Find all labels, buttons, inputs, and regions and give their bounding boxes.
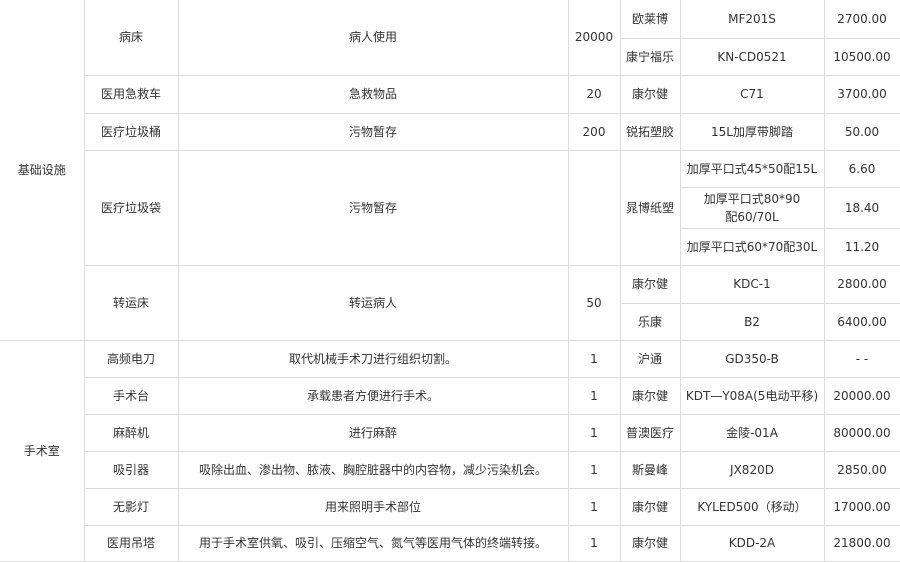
item-name-cell: 医疗垃圾桶: [83, 112, 179, 151]
table-row: 手术台 承载患者方便进行手术。 1 康尔健 KDT—Y08A(5电动平移) 20000.0…: [0, 376, 900, 415]
item-quantity-cell: 1: [567, 413, 621, 452]
table-row: 医用吊塔 用于手术室供氧、吸引、压缩空气、氮气等医用气体的终端转接。 1 康尔健 KDD…: [0, 524, 900, 562]
item-name-cell: 高频电刀: [83, 339, 179, 378]
item-usage-cell: 取代机械手术刀进行组织切割。: [177, 339, 569, 378]
model-cell: KDT—Y08A(5电动平移): [679, 376, 825, 415]
item-usage-cell: 吸除出血、渗出物、脓液、胸腔脏器中的内容物，减少污染机会。: [177, 450, 569, 489]
item-name-cell: 病床: [83, 0, 179, 76]
item-quantity-cell: 1: [567, 487, 621, 526]
item-quantity-cell: 1: [567, 524, 621, 562]
item-quantity-cell: 20: [567, 74, 621, 114]
price-cell: 2850.00: [823, 450, 900, 489]
table-row: 手术室 高频电刀 取代机械手术刀进行组织切割。 1 沪通 GD350-B - -: [0, 339, 900, 562]
item-name-cell: 吸引器: [83, 450, 179, 489]
brand-cell: 晁博纸塑: [619, 149, 681, 266]
item-usage-cell: 病人使用: [177, 0, 569, 76]
price-cell: 21800.00: [823, 524, 900, 562]
brand-cell: 康尔健: [619, 264, 681, 304]
price-cell: 10500.00: [823, 37, 900, 76]
item-quantity-cell: 1: [567, 339, 621, 378]
item-quantity-cell: 50: [567, 264, 621, 341]
price-cell: 6.60: [823, 149, 900, 188]
price-cell: 18.40: [823, 186, 900, 229]
item-quantity-cell: 200: [567, 112, 621, 151]
item-name-cell: 麻醉机: [83, 413, 179, 452]
price-cell: 2700.00: [823, 0, 900, 39]
brand-cell: 康尔健: [619, 74, 681, 114]
item-quantity-cell: [567, 149, 621, 266]
brand-cell: 欧莱博: [619, 0, 681, 39]
price-cell: 50.00: [823, 112, 900, 151]
item-quantity-cell: 20000: [567, 0, 621, 76]
table-body: 基础设施 病床 病人使用 20000 欧莱博 MF201S 2700.00 康宁福乐 KN-CD…: [0, 0, 900, 562]
brand-cell: 康尔健: [619, 524, 681, 562]
price-cell: 2800.00: [823, 264, 900, 304]
model-cell: 加厚平口式45*50配15L: [679, 149, 825, 188]
table-row: 医疗垃圾桶 污物暂存 200 锐拓塑胶 15L加厚带脚踏 50.00: [0, 112, 900, 151]
model-cell: KYLED500（移动）: [679, 487, 825, 526]
table-row: 医疗垃圾袋 污物暂存 晁博纸塑 加厚平口式45*50配15L 6.60: [0, 149, 900, 266]
item-quantity-cell: 1: [567, 376, 621, 415]
item-usage-cell: 污物暂存: [177, 149, 569, 266]
brand-cell: 斯曼峰: [619, 450, 681, 489]
brand-cell: 普澳医疗: [619, 413, 681, 452]
model-cell: KN-CD0521: [679, 37, 825, 76]
table-row: 转运床 转运病人 50 康尔健 KDC-1 2800.00: [0, 264, 900, 341]
price-cell: 3700.00: [823, 74, 900, 114]
category-cell: 手术室: [0, 339, 85, 562]
item-name-cell: 医用急救车: [83, 74, 179, 114]
item-usage-cell: 用于手术室供氧、吸引、压缩空气、氮气等医用气体的终端转接。: [177, 524, 569, 562]
price-cell: 6400.00: [823, 302, 900, 341]
price-cell: 11.20: [823, 227, 900, 266]
model-cell: 加厚平口式80*90配60/70L: [679, 186, 825, 229]
model-cell: 金陵-01A: [679, 413, 825, 452]
table-row: 麻醉机 进行麻醉 1 普澳医疗 金陵-01A 80000.00: [0, 413, 900, 452]
table-row: 基础设施 病床 病人使用 20000 欧莱博 MF201S 2700.00: [0, 0, 900, 341]
item-quantity-cell: 1: [567, 450, 621, 489]
price-cell: 20000.00: [823, 376, 900, 415]
model-cell: B2: [679, 302, 825, 341]
brand-cell: 锐拓塑胶: [619, 112, 681, 151]
equipment-table: 基础设施 病床 病人使用 20000 欧莱博 MF201S 2700.00 康宁福乐 KN-CD…: [0, 0, 900, 562]
table-row: 无影灯 用来照明手术部位 1 康尔健 KYLED500（移动） 17000.00: [0, 487, 900, 526]
model-cell: KDD-2A: [679, 524, 825, 562]
model-cell: JX820D: [679, 450, 825, 489]
item-name-cell: 转运床: [83, 264, 179, 341]
model-cell: 加厚平口式60*70配30L: [679, 227, 825, 266]
item-usage-cell: 承载患者方便进行手术。: [177, 376, 569, 415]
item-usage-cell: 转运病人: [177, 264, 569, 341]
item-usage-cell: 急救物品: [177, 74, 569, 114]
brand-cell: 沪通: [619, 339, 681, 378]
price-cell: 17000.00: [823, 487, 900, 526]
item-name-cell: 无影灯: [83, 487, 179, 526]
category-cell: 基础设施: [0, 0, 85, 341]
model-cell: MF201S: [679, 0, 825, 39]
item-name-cell: 医用吊塔: [83, 524, 179, 562]
item-name-cell: 医疗垃圾袋: [83, 149, 179, 266]
table-row: 吸引器 吸除出血、渗出物、脓液、胸腔脏器中的内容物，减少污染机会。 1 斯曼峰 JX82…: [0, 450, 900, 489]
brand-cell: 乐康: [619, 302, 681, 341]
item-name-cell: 手术台: [83, 376, 179, 415]
model-cell: GD350-B: [679, 339, 825, 378]
brand-cell: 康尔健: [619, 487, 681, 526]
table-row: 医用急救车 急救物品 20 康尔健 C71 3700.00: [0, 74, 900, 114]
item-usage-cell: 污物暂存: [177, 112, 569, 151]
brand-cell: 康尔健: [619, 376, 681, 415]
model-cell: C71: [679, 74, 825, 114]
item-usage-cell: 用来照明手术部位: [177, 487, 569, 526]
price-cell: - -: [823, 339, 900, 378]
item-usage-cell: 进行麻醉: [177, 413, 569, 452]
model-cell: KDC-1: [679, 264, 825, 304]
brand-cell: 康宁福乐: [619, 37, 681, 76]
price-cell: 80000.00: [823, 413, 900, 452]
model-cell: 15L加厚带脚踏: [679, 112, 825, 151]
